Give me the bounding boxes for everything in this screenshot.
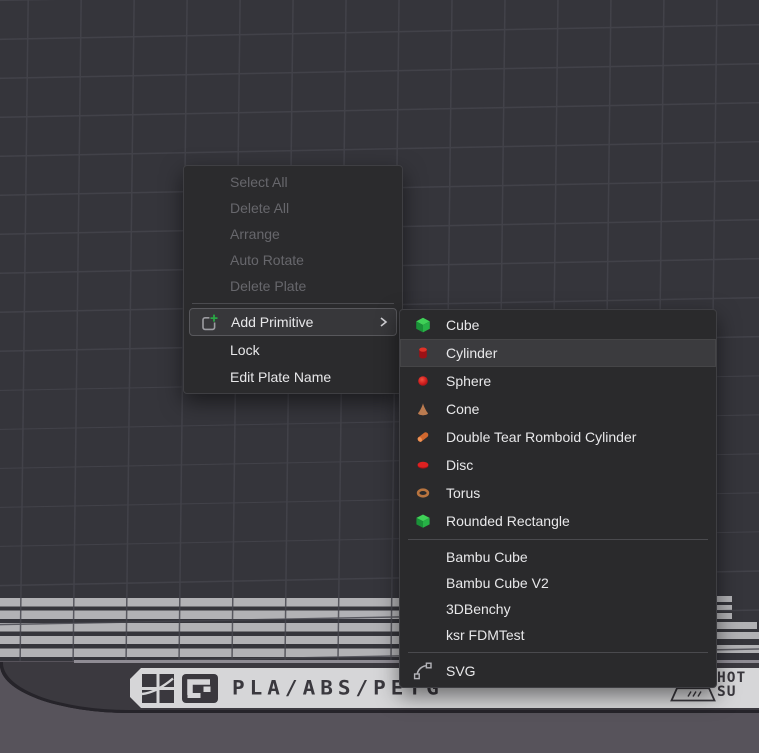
cube-icon (414, 316, 432, 334)
menu-item-select-all: Select All (184, 169, 402, 195)
slicer-viewport: PLA/ABS/PETG HOT SU Select All Delete Al… (0, 0, 759, 753)
menu-separator (192, 303, 394, 304)
menu-item-delete-plate: Delete Plate (184, 273, 402, 299)
submenu-item-bambu-cube[interactable]: Bambu Cube (400, 544, 716, 570)
submenu-item-svg[interactable]: SVG (400, 657, 716, 685)
submenu-item-3dbenchy[interactable]: 3DBenchy (400, 596, 716, 622)
submenu-item-sphere[interactable]: Sphere (400, 367, 716, 395)
submenu-item-cylinder[interactable]: Cylinder (400, 339, 716, 367)
submenu-item-disc[interactable]: Disc (400, 451, 716, 479)
menu-item-lock[interactable]: Lock (184, 336, 402, 363)
submenu-item-torus[interactable]: Torus (400, 479, 716, 507)
torus-icon (414, 484, 432, 502)
submenu-item-cone[interactable]: Cone (400, 395, 716, 423)
submenu-arrow-icon (378, 316, 388, 328)
submenu-item-ksr-fdmtest[interactable]: ksr FDMTest (400, 622, 716, 648)
add-primitive-icon (201, 313, 220, 332)
cone-icon (414, 400, 432, 418)
menu-item-add-primitive[interactable]: Add Primitive (189, 308, 397, 336)
romboid-cylinder-icon (414, 428, 432, 446)
hot-surface-warning-icon (670, 687, 716, 702)
menu-item-arrange: Arrange (184, 221, 402, 247)
submenu-item-bambu-cube-v2[interactable]: Bambu Cube V2 (400, 570, 716, 596)
plate-type-logo-icon (182, 674, 218, 703)
hot-surface-warning-text: HOT SU (717, 671, 746, 699)
menu-item-edit-plate-name[interactable]: Edit Plate Name (184, 363, 402, 390)
submenu-item-cube[interactable]: Cube (400, 311, 716, 339)
submenu-separator (408, 539, 708, 540)
menu-item-delete-all: Delete All (184, 195, 402, 221)
bambu-grid-logo-icon (142, 674, 174, 703)
hot-surface-line1: HOT (717, 671, 746, 685)
disc-icon (414, 456, 432, 474)
rounded-rectangle-icon (414, 512, 432, 530)
submenu-item-double-tear-romboid-cylinder[interactable]: Double Tear Romboid Cylinder (400, 423, 716, 451)
cylinder-icon (414, 344, 432, 362)
menu-item-auto-rotate: Auto Rotate (184, 247, 402, 273)
hot-surface-line2: SU (717, 685, 746, 699)
bezier-curve-icon (413, 661, 433, 681)
submenu-item-rounded-rectangle[interactable]: Rounded Rectangle (400, 507, 716, 535)
context-menu: Select All Delete All Arrange Auto Rotat… (183, 165, 403, 394)
sphere-icon (414, 372, 432, 390)
submenu-separator (408, 652, 708, 653)
add-primitive-submenu: Cube Cylinder (399, 309, 717, 688)
